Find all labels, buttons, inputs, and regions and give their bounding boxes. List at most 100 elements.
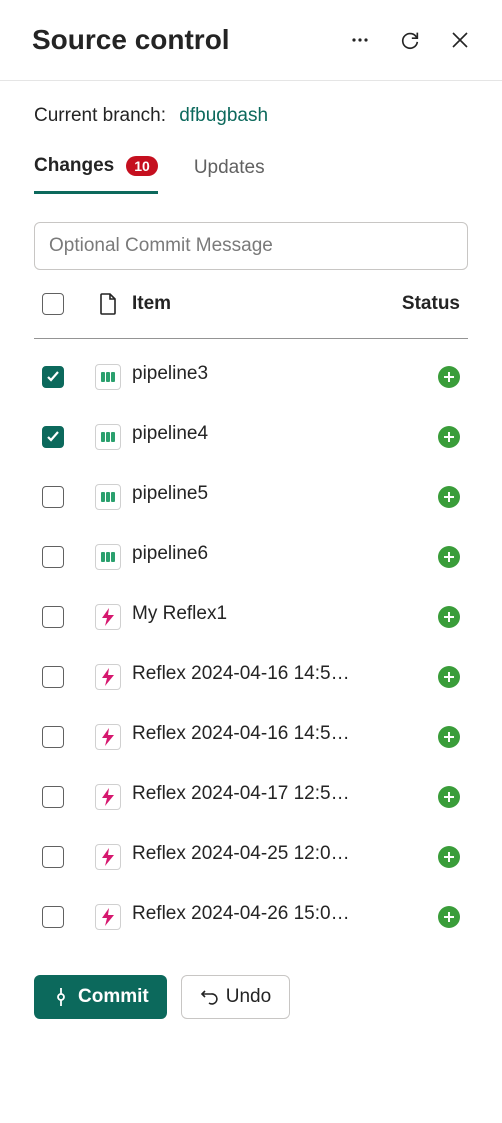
row-checkbox[interactable] (42, 906, 64, 928)
tab-updates[interactable]: Updates (194, 155, 265, 194)
row-checkbox[interactable] (42, 846, 64, 868)
table-row: Reflex 2024-04-16 14:5… (34, 647, 468, 707)
changes-count-badge: 10 (126, 156, 158, 176)
row-status-cell (400, 486, 460, 508)
file-icon (98, 292, 118, 316)
panel-title: Source control (32, 24, 230, 56)
table-row: Reflex 2024-04-26 15:0… (34, 887, 468, 947)
select-all-cell (42, 293, 86, 315)
branch-name[interactable]: dfbugbash (179, 105, 268, 126)
reflex-icon (95, 724, 121, 750)
row-check-cell (42, 606, 86, 628)
row-checkbox[interactable] (42, 546, 64, 568)
status-added-icon (438, 486, 460, 508)
icon-column-header (86, 292, 130, 316)
row-icon-cell (86, 484, 130, 510)
row-status-cell (400, 846, 460, 868)
row-item-cell[interactable]: Reflex 2024-04-26 15:0… (130, 903, 400, 931)
row-check-cell (42, 426, 86, 448)
table-row: Reflex 2024-04-16 14:5… (34, 707, 468, 767)
reflex-icon (95, 604, 121, 630)
row-check-cell (42, 726, 86, 748)
commit-button[interactable]: Commit (34, 975, 167, 1019)
reflex-icon (95, 904, 121, 930)
row-item-cell[interactable]: My Reflex1 (130, 603, 400, 631)
header-actions (348, 28, 472, 52)
row-status-cell (400, 606, 460, 628)
commit-icon (52, 988, 70, 1006)
reflex-icon (95, 664, 121, 690)
table-row: pipeline5 (34, 467, 468, 527)
row-item-cell[interactable]: pipeline3 (130, 363, 400, 391)
row-item-cell[interactable]: Reflex 2024-04-16 14:5… (130, 663, 400, 691)
item-name: pipeline4 (132, 423, 208, 445)
reflex-icon (95, 844, 121, 870)
row-check-cell (42, 546, 86, 568)
item-name: pipeline5 (132, 483, 208, 505)
content-area: Current branch: dfbugbash Changes 10 Upd… (0, 81, 502, 270)
commit-message-input[interactable] (34, 222, 468, 270)
pipeline-icon (95, 364, 121, 390)
status-added-icon (438, 846, 460, 868)
changes-table: Item Status pipeline3pipeline4pipeline5p… (0, 270, 502, 947)
row-status-cell (400, 666, 460, 688)
row-check-cell (42, 906, 86, 928)
row-checkbox[interactable] (42, 366, 64, 388)
row-icon-cell (86, 604, 130, 630)
item-name: pipeline3 (132, 363, 208, 385)
row-status-cell (400, 426, 460, 448)
status-added-icon (438, 906, 460, 928)
tab-changes[interactable]: Changes 10 (34, 155, 158, 194)
item-name: Reflex 2024-04-25 12:0… (132, 843, 350, 865)
status-column-header[interactable]: Status (400, 293, 460, 315)
close-button[interactable] (448, 28, 472, 52)
row-icon-cell (86, 424, 130, 450)
row-check-cell (42, 786, 86, 808)
row-status-cell (400, 906, 460, 928)
row-item-cell[interactable]: Reflex 2024-04-25 12:0… (130, 843, 400, 871)
status-added-icon (438, 786, 460, 808)
tab-bar: Changes 10 Updates (34, 155, 468, 194)
table-body: pipeline3 pipeline4 pipeline5 pipeline6 My R… (34, 347, 468, 947)
branch-label: Current branch: (34, 105, 166, 126)
panel-header: Source control (0, 0, 502, 81)
row-checkbox[interactable] (42, 666, 64, 688)
row-item-cell[interactable]: pipeline6 (130, 543, 400, 571)
pipeline-icon (95, 424, 121, 450)
close-icon (450, 30, 470, 50)
row-icon-cell (86, 724, 130, 750)
row-item-cell[interactable]: Reflex 2024-04-16 14:5… (130, 723, 400, 751)
row-item-cell[interactable]: pipeline4 (130, 423, 400, 451)
more-icon (350, 30, 370, 50)
undo-icon (200, 988, 218, 1006)
row-check-cell (42, 486, 86, 508)
pipeline-icon (95, 484, 121, 510)
undo-button[interactable]: Undo (181, 975, 290, 1019)
select-all-checkbox[interactable] (42, 293, 64, 315)
item-name: Reflex 2024-04-26 15:0… (132, 903, 350, 925)
status-added-icon (438, 666, 460, 688)
tab-changes-label: Changes (34, 155, 114, 177)
status-added-icon (438, 426, 460, 448)
item-name: Reflex 2024-04-16 14:5… (132, 723, 350, 745)
row-icon-cell (86, 784, 130, 810)
row-item-cell[interactable]: pipeline5 (130, 483, 400, 511)
status-added-icon (438, 726, 460, 748)
item-name: Reflex 2024-04-17 12:5… (132, 783, 350, 805)
more-options-button[interactable] (348, 28, 372, 52)
row-checkbox[interactable] (42, 426, 64, 448)
status-added-icon (438, 606, 460, 628)
row-checkbox[interactable] (42, 726, 64, 748)
row-checkbox[interactable] (42, 606, 64, 628)
status-added-icon (438, 366, 460, 388)
item-column-header[interactable]: Item (130, 293, 400, 315)
row-status-cell (400, 786, 460, 808)
row-item-cell[interactable]: Reflex 2024-04-17 12:5… (130, 783, 400, 811)
refresh-button[interactable] (398, 28, 422, 52)
status-added-icon (438, 546, 460, 568)
row-checkbox[interactable] (42, 486, 64, 508)
row-checkbox[interactable] (42, 786, 64, 808)
reflex-icon (95, 784, 121, 810)
refresh-icon (399, 29, 421, 51)
pipeline-icon (95, 544, 121, 570)
